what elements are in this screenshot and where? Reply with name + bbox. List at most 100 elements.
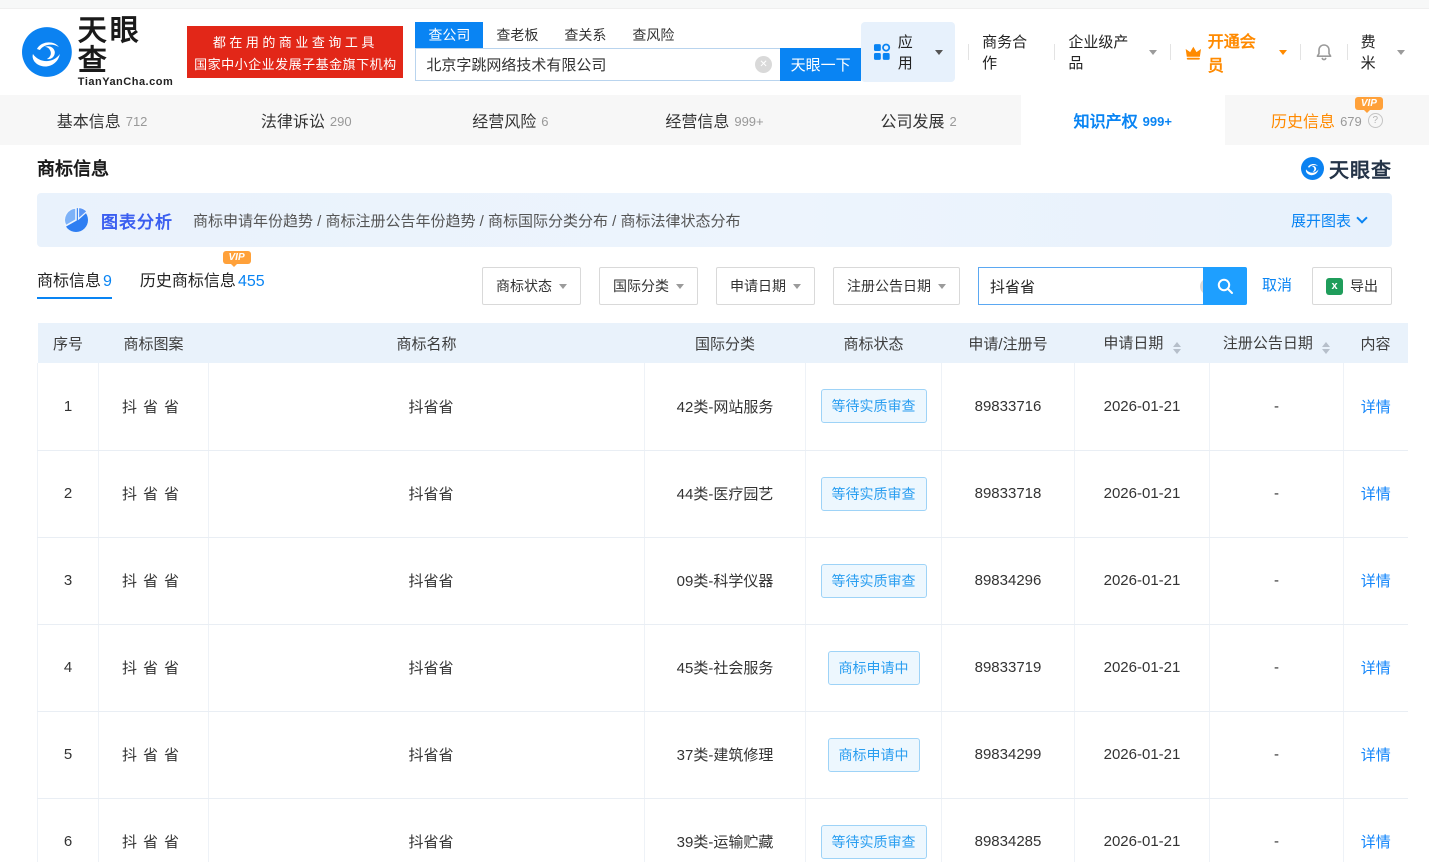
trademark-image[interactable]: 抖省省 (99, 624, 209, 711)
trademark-name[interactable]: 抖省省 (209, 537, 645, 624)
intl-class: 45类-社会服务 (645, 624, 806, 711)
chevron-down-icon (1149, 50, 1157, 55)
filter-apply-date[interactable]: 申请日期 (716, 267, 815, 305)
table-row: 4 抖省省 抖省省 45类-社会服务 商标申请中 89833719 2026-0… (38, 624, 1408, 711)
username: 费米 (1361, 31, 1390, 73)
trademark-name[interactable]: 抖省省 (209, 450, 645, 537)
tab-basic-info[interactable]: 基本信息712 (0, 95, 204, 145)
trademark-name[interactable]: 抖省省 (209, 711, 645, 798)
trademark-name[interactable]: 抖省省 (209, 363, 645, 450)
tab-operation-info[interactable]: 经营信息999+ (612, 95, 816, 145)
brand-slogan-banner: 都在用的商业查询工具 国家中小企业发展子基金旗下机构 (187, 26, 403, 78)
apply-date: 2026-01-21 (1075, 363, 1210, 450)
detail-link[interactable]: 详情 (1361, 834, 1391, 851)
search-tab-relation[interactable]: 查关系 (551, 22, 619, 48)
chart-analysis-bar: 图表分析 商标申请年份趋势 / 商标注册公告年份趋势 / 商标国际分类分布 / … (37, 193, 1392, 247)
status-badge: 等待实质审查 (821, 564, 927, 598)
row-index: 1 (38, 363, 99, 450)
subtab-history-trademark-info[interactable]: VIP 历史商标信息455 (140, 267, 265, 305)
col-publish-date-sortable[interactable]: 注册公告日期 (1210, 323, 1344, 363)
trademark-keyword-input[interactable] (979, 278, 1200, 295)
filter-trademark-status[interactable]: 商标状态 (482, 267, 581, 305)
search-clear-icon[interactable]: ✕ (755, 56, 772, 73)
pie-chart-icon (63, 207, 89, 233)
export-button[interactable]: x 导出 (1312, 267, 1392, 305)
row-index: 3 (38, 537, 99, 624)
search-tab-company[interactable]: 查公司 (415, 22, 483, 48)
detail-link[interactable]: 详情 (1361, 660, 1391, 677)
trademark-image[interactable]: 抖省省 (99, 711, 209, 798)
trademark-name[interactable]: 抖省省 (209, 798, 645, 862)
intl-class: 37类-建筑修理 (645, 711, 806, 798)
reg-number: 89834296 (942, 537, 1075, 624)
row-index: 6 (38, 798, 99, 862)
trademark-image[interactable]: 抖省省 (99, 363, 209, 450)
detail-link[interactable]: 详情 (1361, 399, 1391, 416)
intl-class: 09类-科学仪器 (645, 537, 806, 624)
tab-intellectual-property[interactable]: 知识产权999+ (1021, 95, 1225, 145)
publish-date: - (1210, 711, 1344, 798)
detail-link[interactable]: 详情 (1361, 573, 1391, 590)
publish-date: - (1210, 450, 1344, 537)
tianyancha-watermark: 天眼查 (1301, 154, 1392, 183)
col-apply-date-sortable[interactable]: 申请日期 (1075, 323, 1210, 363)
tab-operation-risk[interactable]: 经营风险6 (408, 95, 612, 145)
tab-legal-litigation[interactable]: 法律诉讼290 (204, 95, 408, 145)
excel-icon: x (1326, 278, 1343, 295)
company-search-input[interactable] (416, 56, 755, 73)
trademark-name[interactable]: 抖省省 (209, 624, 645, 711)
status-badge: 等待实质审查 (821, 825, 927, 859)
nav-business-cooperation[interactable]: 商务合作 (982, 31, 1041, 73)
trademark-image[interactable]: 抖省省 (99, 537, 209, 624)
col-no: 序号 (38, 323, 99, 363)
table-header-row: 序号 商标图案 商标名称 国际分类 商标状态 申请/注册号 申请日期 注册公告日… (38, 323, 1408, 363)
chevron-down-icon (938, 284, 946, 289)
filter-publish-date[interactable]: 注册公告日期 (833, 267, 960, 305)
tianyancha-logo[interactable]: 天眼查 TianYanCha.com (22, 16, 173, 88)
publish-date: - (1210, 798, 1344, 862)
chevron-down-icon (1279, 50, 1287, 55)
chart-analysis-links[interactable]: 商标申请年份趋势 / 商标注册公告年份趋势 / 商标国际分类分布 / 商标法律状… (193, 210, 741, 231)
chevron-down-icon (793, 284, 801, 289)
apply-date: 2026-01-21 (1075, 450, 1210, 537)
reg-number: 89834299 (942, 711, 1075, 798)
tab-history-info[interactable]: VIP 历史信息679 ? (1225, 95, 1429, 145)
notifications-button[interactable] (1314, 42, 1334, 63)
tab-company-development[interactable]: 公司发展2 (817, 95, 1021, 145)
col-name: 商标名称 (209, 323, 645, 363)
user-menu[interactable]: 费米 (1361, 31, 1405, 73)
sort-icon[interactable] (1322, 342, 1330, 354)
status-badge: 商标申请中 (828, 738, 920, 772)
sort-icon[interactable] (1173, 342, 1181, 354)
logo-name: 天眼查 (78, 16, 174, 76)
logo-domain: TianYanCha.com (78, 76, 174, 88)
status-badge: 商标申请中 (828, 651, 920, 685)
detail-link[interactable]: 详情 (1361, 486, 1391, 503)
expand-charts-button[interactable]: 展开图表 (1291, 210, 1366, 231)
keyword-search-button[interactable] (1203, 267, 1247, 305)
publish-date: - (1210, 624, 1344, 711)
row-index: 2 (38, 450, 99, 537)
search-tab-boss[interactable]: 查老板 (483, 22, 551, 48)
filter-intl-class[interactable]: 国际分类 (599, 267, 698, 305)
apps-grid-icon (873, 43, 891, 61)
open-vip-button[interactable]: 开通会员 (1184, 28, 1287, 76)
company-detail-tabs: 基本信息712 法律诉讼290 经营风险6 经营信息999+ 公司发展2 知识产… (0, 95, 1429, 145)
header-search-area: 查公司 查老板 查关系 查风险 ✕ 天眼一下 (415, 23, 861, 81)
apps-menu-button[interactable]: 应用 (861, 22, 955, 82)
trademark-image[interactable]: 抖省省 (99, 450, 209, 537)
subtab-trademark-info[interactable]: 商标信息9 (37, 267, 112, 305)
nav-enterprise-products[interactable]: 企业级产品 (1068, 31, 1157, 73)
cancel-search-link[interactable]: 取消 (1262, 267, 1292, 305)
search-tab-risk[interactable]: 查风险 (619, 22, 687, 48)
slogan-line2: 国家中小企业发展子基金旗下机构 (194, 54, 397, 73)
search-submit-button[interactable]: 天眼一下 (780, 48, 861, 81)
help-icon[interactable]: ? (1368, 113, 1383, 128)
slogan-line1: 都在用的商业查询工具 (213, 32, 378, 51)
crown-icon (1184, 43, 1203, 62)
trademark-image[interactable]: 抖省省 (99, 798, 209, 862)
detail-link[interactable]: 详情 (1361, 747, 1391, 764)
publish-date: - (1210, 537, 1344, 624)
trademark-table: 序号 商标图案 商标名称 国际分类 商标状态 申请/注册号 申请日期 注册公告日… (37, 323, 1408, 862)
tianyancha-watermark-icon (1301, 157, 1324, 180)
